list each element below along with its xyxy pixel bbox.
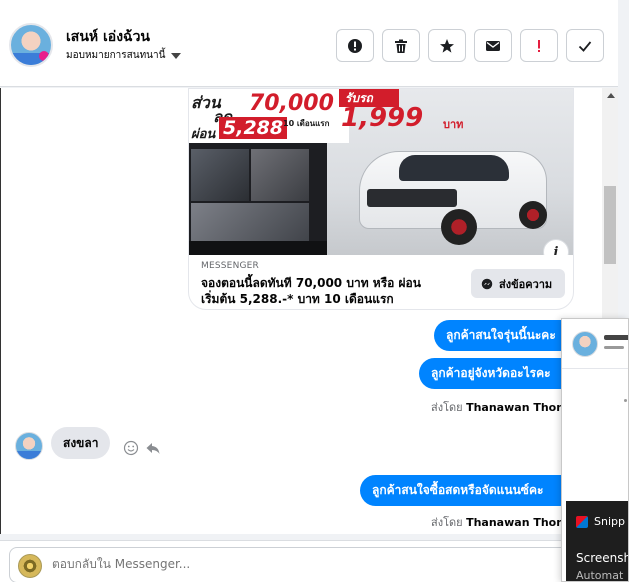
dashboard-photo — [191, 203, 309, 241]
sent-by-label: ส่งโดย Thanawan Thon — [431, 398, 564, 416]
notification-title: Screensh — [576, 551, 629, 565]
snipping-tool-icon — [576, 515, 588, 528]
exclamation-icon — [538, 39, 540, 52]
ad-text: จองตอนนี้ลดทันที 70,000 บาท หรือ ผ่อนเริ… — [201, 276, 421, 306]
reply-icon[interactable] — [145, 440, 161, 456]
contact-avatar-small[interactable] — [15, 432, 43, 460]
overlay-header — [562, 319, 628, 369]
ad-price: 1,999 — [341, 103, 424, 133]
contact-name[interactable]: เสนห์ เอ่งฉ้วน — [66, 26, 150, 48]
assign-label: มอบหมายการสนทนานี้ — [66, 50, 166, 61]
snipping-tool-label: Snipp — [594, 515, 625, 528]
mail-icon — [486, 40, 500, 51]
follow-up-button[interactable] — [520, 29, 558, 62]
info-icon[interactable]: i — [543, 239, 569, 255]
ad-baht: บาท — [443, 118, 464, 131]
composer-bar — [0, 540, 618, 582]
alert-circle-icon — [348, 38, 362, 53]
reply-box[interactable] — [9, 547, 609, 582]
ad-fineprint — [189, 241, 327, 255]
snipping-tool-row: Snipp — [576, 515, 625, 528]
ad-source: MESSENGER — [201, 261, 260, 271]
action-toolbar — [336, 29, 604, 62]
sent-by-name: Thanawan Thon — [466, 401, 565, 414]
overlay-window[interactable]: Snipp Screensh Automat — [561, 318, 629, 582]
trash-icon — [395, 39, 407, 53]
ad-discount: 70,000 — [249, 91, 334, 116]
conversation-header: เสนห์ เอ่งฉ้วน มอบหมายการสนทนานี้ — [0, 0, 618, 87]
messenger-icon — [481, 278, 493, 289]
notification-subtitle: Automat — [576, 569, 624, 582]
spam-button[interactable] — [336, 29, 374, 62]
caret-down-icon — [171, 52, 182, 59]
ad-text-line2: ผ่อน — [191, 127, 216, 142]
interior-photo — [251, 149, 309, 201]
delete-button[interactable] — [382, 29, 420, 62]
mark-done-button[interactable] — [566, 29, 604, 62]
sent-by-prefix: ส่งโดย — [431, 516, 463, 529]
overlay-avatar — [572, 331, 598, 357]
ad-installment: 5,288 — [219, 117, 288, 139]
scroll-up-arrow-icon[interactable] — [607, 93, 615, 98]
check-icon — [578, 40, 592, 52]
emoji-react-icon[interactable] — [123, 440, 139, 456]
incoming-message[interactable]: สงขลา — [51, 427, 111, 459]
interior-photo — [191, 149, 249, 201]
ad-installment-sub: 10 เดือนแรก — [283, 119, 330, 128]
message-thread[interactable]: ส่วน ลด 70,000 ผ่อน 5,288 10 เดือนแรก รั… — [0, 88, 618, 534]
sent-by-prefix: ส่งโดย — [431, 401, 463, 414]
mark-unread-button[interactable] — [474, 29, 512, 62]
scroll-thumb[interactable] — [604, 186, 616, 264]
assign-conversation-dropdown[interactable]: มอบหมายการสนทนานี้ — [66, 48, 182, 63]
send-message-button[interactable]: ส่งข้อความ — [471, 269, 565, 298]
page-avatar — [18, 554, 42, 578]
reply-input[interactable] — [52, 557, 572, 571]
contact-avatar[interactable] — [9, 23, 53, 67]
sent-by-name: Thanawan Thon — [466, 516, 565, 529]
sent-by-label: ส่งโดย Thanawan Thon — [431, 513, 564, 531]
ad-image[interactable]: ส่วน ลด 70,000 ผ่อน 5,288 10 เดือนแรก รั… — [189, 89, 573, 255]
send-message-label: ส่งข้อความ — [499, 277, 553, 291]
star-button[interactable] — [428, 29, 466, 62]
star-icon — [440, 38, 454, 53]
ad-share-card[interactable]: ส่วน ลด 70,000 ผ่อน 5,288 10 เดือนแรก รั… — [188, 88, 574, 310]
